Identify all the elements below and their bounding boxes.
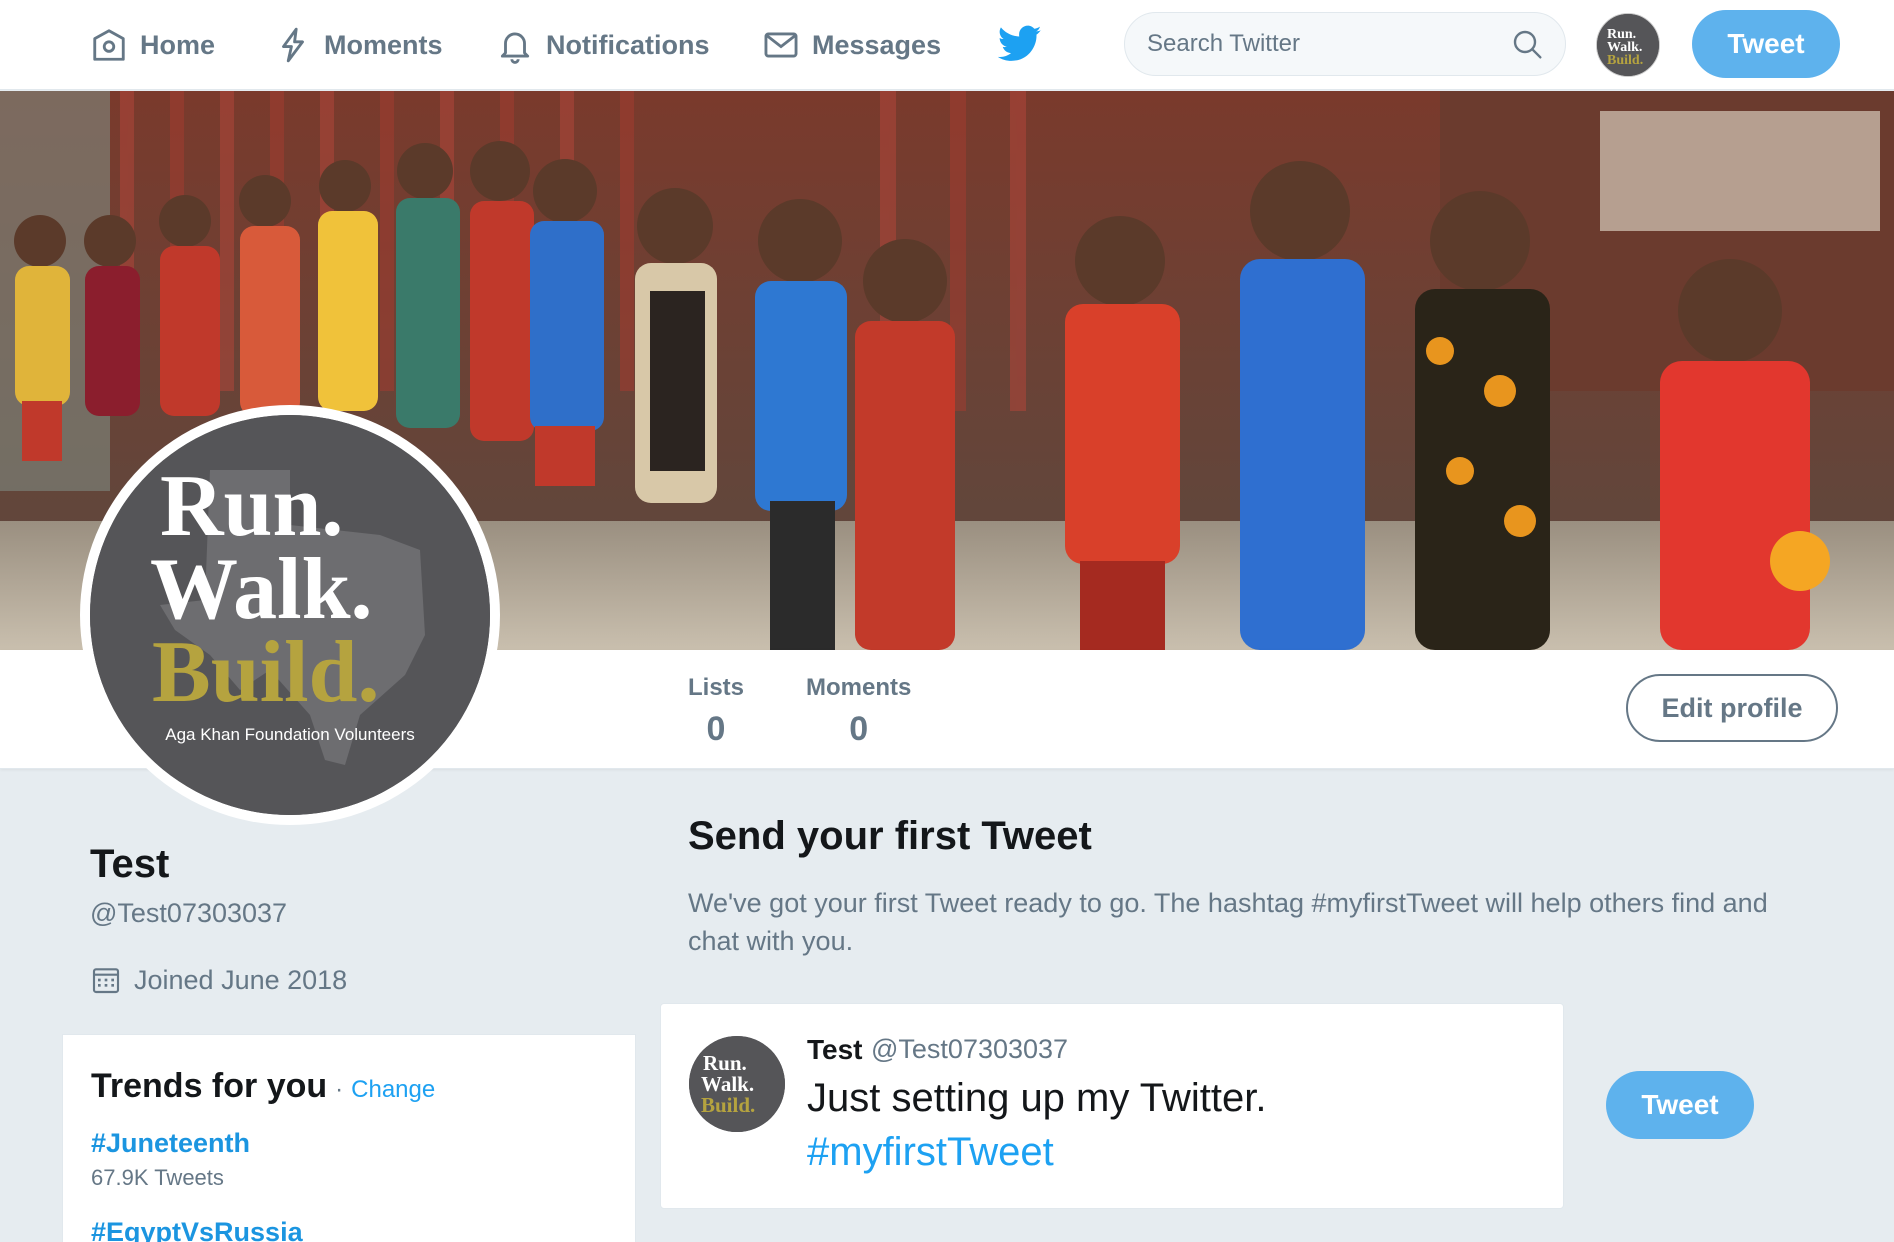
account-avatar[interactable]: Run. Walk. Build.	[1596, 13, 1660, 77]
nav-notifications[interactable]: Notifications	[496, 22, 710, 68]
tweet-author-name[interactable]: Test	[807, 1034, 863, 1066]
nav-home[interactable]: Home	[90, 22, 215, 68]
stat-label: Moments	[806, 674, 912, 701]
search-box[interactable]	[1124, 12, 1566, 76]
profile-handle[interactable]: @Test07303037	[90, 898, 287, 929]
nav-moments[interactable]: Moments	[274, 22, 443, 68]
tweet-author-avatar[interactable]: Run. Walk. Build.	[689, 1036, 785, 1132]
trends-panel: Trends for you · Change #Juneteenth 67.9…	[62, 1034, 636, 1242]
search-icon[interactable]	[1511, 28, 1543, 60]
tweet-text: Just setting up my Twitter.	[807, 1076, 1267, 1120]
first-tweet-description: We've got your first Tweet ready to go. …	[688, 888, 1768, 956]
trend-count: 67.9K Tweets	[91, 1165, 224, 1190]
lightning-icon	[282, 27, 304, 63]
avatar-image: Run. Walk. Build. Aga Khan Foundation Vo…	[90, 415, 490, 815]
home-icon	[93, 29, 125, 61]
send-first-tweet-button[interactable]: Tweet	[1606, 1071, 1754, 1139]
stat-value: 0	[849, 710, 869, 748]
stat-moments[interactable]: Moments 0	[806, 674, 911, 749]
trend-tag[interactable]: #EgyptVsRussia	[91, 1217, 607, 1242]
first-tweet-card: Run. Walk. Build. Test @Test07303037 Jus…	[660, 1003, 1564, 1209]
trends-title: Trends for you	[91, 1067, 328, 1105]
trends-separator: ·	[335, 1076, 344, 1103]
nav-messages-label: Messages	[812, 29, 942, 60]
nav-notifications-label: Notifications	[546, 29, 710, 60]
logo-text: Build.	[152, 624, 379, 721]
nav-home-label: Home	[140, 29, 216, 60]
twitter-bird-icon[interactable]	[998, 24, 1042, 64]
run-walk-build-logo: Run. Walk. Build. Aga Khan Foundation Vo…	[90, 415, 490, 815]
stat-lists[interactable]: Lists 0	[688, 674, 744, 749]
joined-date: Joined June 2018	[90, 964, 347, 996]
run-walk-build-logo: Run. Walk. Build.	[1597, 14, 1659, 76]
nav-moments-label: Moments	[324, 29, 443, 60]
logo-caption: Aga Khan Foundation Volunteers	[165, 725, 415, 744]
tweet-hashtag[interactable]: #myfirstTweet	[807, 1130, 1054, 1175]
bell-icon	[500, 32, 530, 64]
joined-text: Joined June 2018	[134, 964, 348, 995]
trend-item[interactable]: #Juneteenth 67.9K Tweets	[91, 1128, 607, 1191]
logo-text: Build.	[1607, 53, 1643, 68]
calendar-icon	[92, 968, 120, 994]
trends-header: Trends for you · Change	[91, 1067, 607, 1106]
trend-item[interactable]: #EgyptVsRussia	[91, 1217, 607, 1242]
run-walk-build-logo: Run. Walk. Build.	[689, 1036, 785, 1132]
profile-name: Test	[90, 842, 170, 886]
search-input[interactable]	[1147, 30, 1511, 58]
tweet-author-handle[interactable]: @Test07303037	[871, 1034, 1068, 1065]
tweet-button[interactable]: Tweet	[1692, 10, 1840, 78]
envelope-icon	[764, 32, 798, 58]
top-navigation-bar: Home Moments Notifications Messages Run.…	[0, 0, 1894, 90]
first-tweet-title: Send your first Tweet	[688, 814, 1092, 858]
nav-messages[interactable]: Messages	[762, 22, 941, 68]
profile-avatar[interactable]: Run. Walk. Build. Aga Khan Foundation Vo…	[80, 405, 500, 825]
stat-value: 0	[706, 710, 726, 748]
trends-change-link[interactable]: Change	[351, 1076, 435, 1104]
logo-text: Build.	[701, 1093, 755, 1117]
edit-profile-button[interactable]: Edit profile	[1626, 674, 1838, 742]
stat-label: Lists	[688, 674, 745, 701]
trend-tag[interactable]: #Juneteenth	[91, 1128, 607, 1159]
